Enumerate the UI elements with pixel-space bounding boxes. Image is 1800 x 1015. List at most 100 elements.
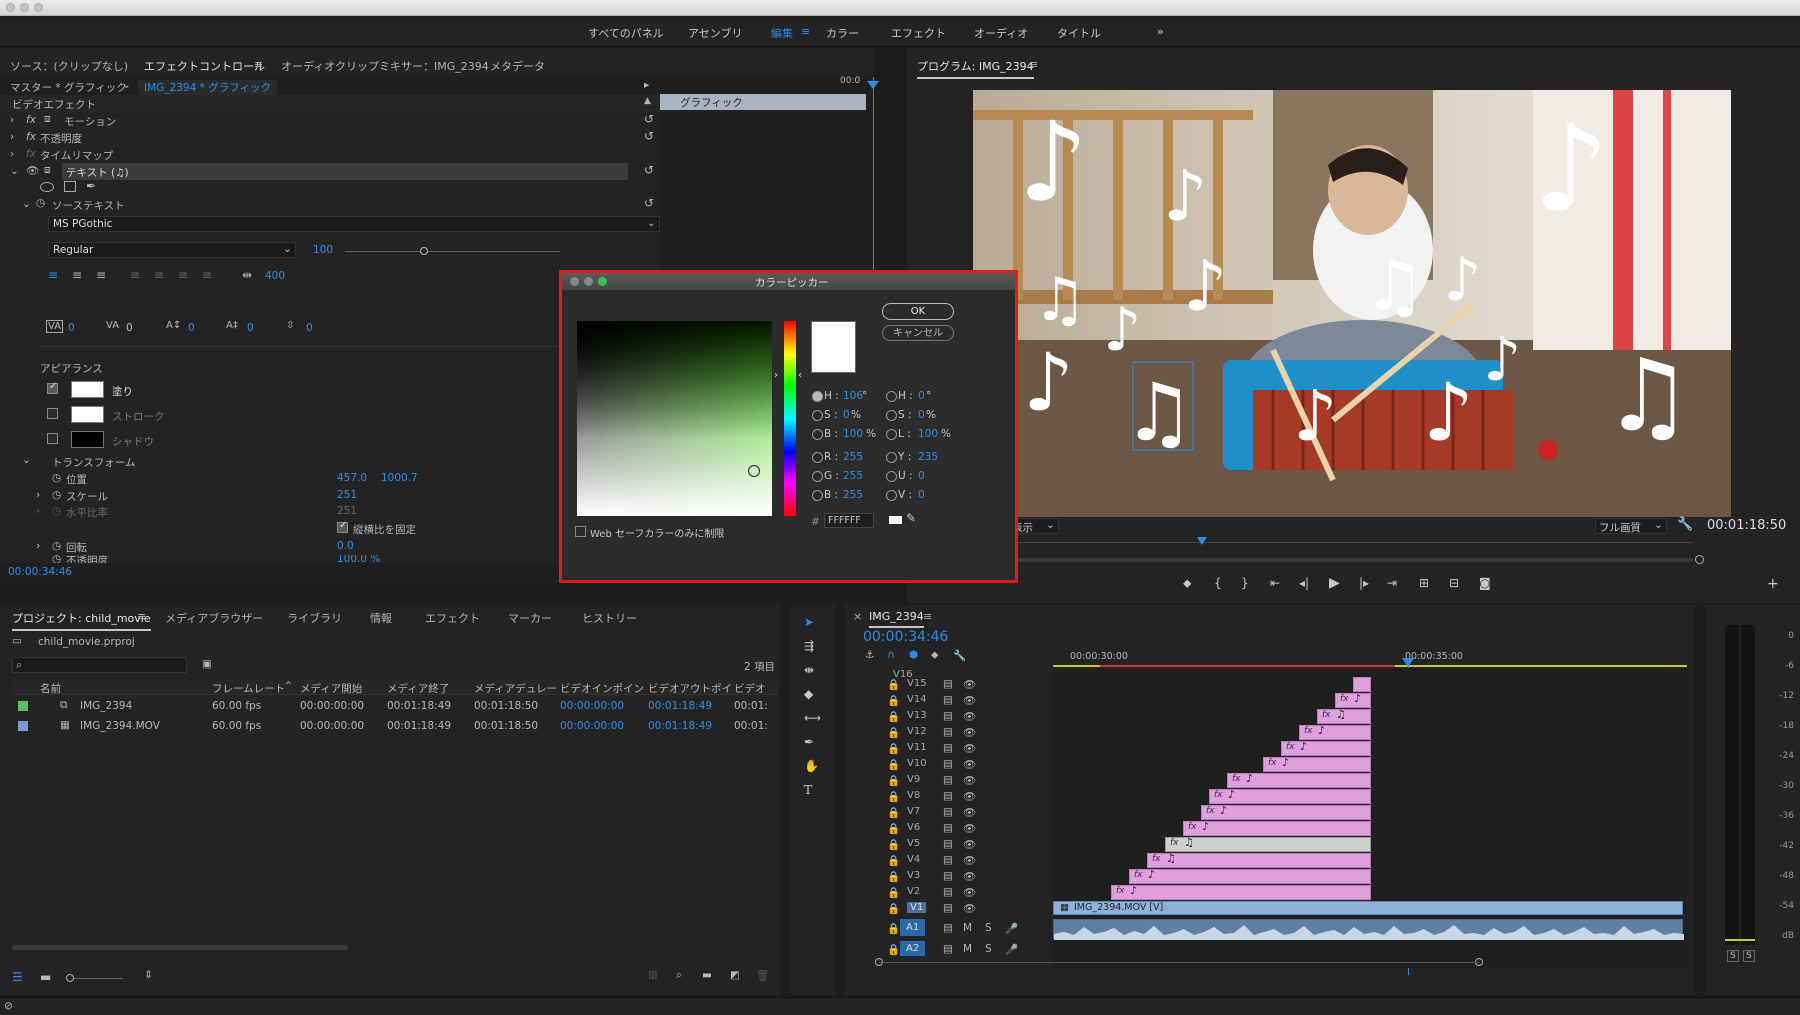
tab-effect-controls[interactable]: エフェクトコントロール (144, 58, 265, 79)
status-icon[interactable]: ⊘ (4, 1000, 13, 1012)
saturation-value-field[interactable] (577, 321, 772, 516)
solo-button[interactable]: S (985, 922, 992, 934)
font-size-value[interactable]: 100 (313, 244, 333, 256)
solo-left-button[interactable]: S (1727, 950, 1739, 962)
color-selector-ring[interactable] (748, 465, 760, 477)
program-playhead-icon[interactable] (1197, 537, 1207, 545)
y-value[interactable]: 235 (918, 451, 938, 463)
workspace-titles[interactable]: タイトル (1057, 25, 1101, 41)
collapse-icon[interactable]: ▲ (644, 96, 651, 106)
step-back-icon[interactable]: ◂| (1299, 576, 1309, 590)
v-radio[interactable] (886, 490, 897, 501)
workspace-all-panels[interactable]: すべてのパネル (588, 25, 664, 41)
transform-label[interactable]: トランスフォーム (52, 455, 135, 470)
tab-media-browser[interactable]: メディアブラウザー (165, 610, 263, 626)
settings-wrench-icon[interactable]: 🔧 (953, 649, 966, 662)
program-video-frame[interactable]: ♪ ♪ ♫ ♪ ♪ ♫ ♪ ♪ ♪ ♪ ♫ ♪ ♪ ♫ (973, 90, 1731, 517)
track-header-v2[interactable]: 🔒 V2 ▤ 👁 (845, 885, 1045, 901)
h2-value[interactable]: 0 (918, 390, 925, 402)
label-color-chip[interactable] (18, 701, 28, 711)
zoom-window-button[interactable] (34, 3, 43, 12)
clip-label[interactable]: IMG_2394 * グラフィック (138, 80, 277, 95)
stroke-checkbox[interactable] (47, 408, 58, 419)
green-radio[interactable] (812, 471, 823, 482)
r-value[interactable]: 255 (843, 451, 863, 463)
ok-button[interactable]: OK (882, 303, 954, 320)
align-center-icon[interactable]: ≡ (72, 268, 82, 282)
text-clip-v12[interactable]: fx ♪ (1299, 724, 1371, 740)
hsl-hue-radio[interactable] (886, 391, 897, 402)
position-x-value[interactable]: 457.0 (337, 472, 367, 484)
play-only-icon[interactable]: ▸ (644, 79, 649, 91)
project-menu-icon[interactable]: ≡ (137, 610, 146, 623)
shadow-color-swatch[interactable] (71, 431, 104, 448)
justify-all-icon[interactable]: ≡ (202, 268, 212, 282)
font-style-select[interactable]: Regular ⌄ (48, 242, 296, 258)
lift-icon[interactable]: ⊞ (1419, 576, 1429, 590)
program-menu-icon[interactable]: ≡ (1029, 58, 1038, 71)
font-family-select[interactable]: MS PGothic ⌄ (48, 216, 660, 232)
ripple-edit-tool-icon[interactable]: ⇼ (804, 663, 814, 677)
stopwatch-icon[interactable]: ◷ (52, 540, 61, 552)
workspace-audio[interactable]: オーディオ (974, 25, 1028, 41)
track-header-v10[interactable]: 🔒 V10 ▤ 👁 (845, 757, 1045, 773)
timeline-timecode[interactable]: 00:00:34:46 (863, 629, 948, 645)
list-view-icon[interactable]: ☰ (12, 970, 23, 984)
track-header-a2[interactable]: 🔒 A2 ▤ M S 🎤 (845, 941, 1045, 959)
play-icon[interactable]: ▶ (1329, 575, 1340, 591)
track-header-v6[interactable]: 🔒 V6 ▤ 👁 (845, 821, 1045, 837)
tab-effects[interactable]: エフェクト (425, 610, 480, 626)
video-clip-v1[interactable]: ▦ IMG_2394.MOV [V] (1053, 901, 1683, 915)
rotation-value[interactable]: 0.0 (337, 540, 354, 552)
source-text-row[interactable]: ⌄ ◷ ソーステキスト ↺ (0, 196, 660, 213)
timeline-playhead-icon[interactable] (1402, 658, 1414, 667)
add-button-icon[interactable]: + (1767, 576, 1779, 592)
text-clip-v11[interactable]: fx ♪ (1281, 740, 1371, 756)
blue-value[interactable]: 255 (843, 489, 863, 501)
position-y-value[interactable]: 1000.7 (381, 472, 418, 484)
selection-tool-icon[interactable]: ➤ (804, 615, 814, 629)
minimize-window-button[interactable] (20, 3, 29, 12)
column-media-duration[interactable]: メディアデュレー (474, 681, 557, 696)
column-media-start[interactable]: メディア開始 (300, 681, 362, 696)
automate-icon[interactable]: ▥ (648, 969, 658, 981)
u-value[interactable]: 0 (918, 470, 925, 482)
lightness-radio[interactable] (886, 429, 897, 440)
column-name[interactable]: 名前 (40, 681, 61, 696)
hex-input[interactable]: FFFFFF (824, 513, 874, 528)
track-header-v8[interactable]: 🔒 V8 ▤ 👁 (845, 789, 1045, 805)
track-header-v7[interactable]: 🔒 V7 ▤ 👁 (845, 805, 1045, 821)
h-value[interactable]: 106 (843, 390, 863, 402)
stopwatch-icon[interactable]: ◷ (52, 505, 61, 517)
tsume-value[interactable]: 0 (247, 322, 254, 334)
blue-radio[interactable] (812, 490, 823, 501)
l-value[interactable]: 100 (918, 428, 938, 440)
microphone-icon[interactable]: 🎤 (1005, 943, 1018, 956)
column-video-in[interactable]: ビデオインポイン (560, 681, 644, 696)
saturation-radio[interactable] (812, 410, 823, 421)
graphic-clip-bar[interactable]: グラフィック (660, 94, 866, 110)
web-safe-checkbox[interactable] (575, 526, 586, 537)
shadow-checkbox[interactable] (47, 433, 58, 444)
track-header-v12[interactable]: 🔒 V12 ▤ 👁 (845, 725, 1045, 741)
tab-markers[interactable]: マーカー (508, 610, 552, 626)
track-select-tool-icon[interactable]: ⇶ (804, 639, 814, 653)
align-right-icon[interactable]: ≡ (96, 268, 106, 282)
text-clip-v3[interactable]: fx ♪ (1129, 868, 1371, 884)
close-icon[interactable]: × (853, 610, 862, 623)
justify-left-icon[interactable]: ≡ (130, 268, 140, 282)
workspace-color[interactable]: カラー (826, 25, 859, 41)
text-clip-v6[interactable]: fx ♪ (1183, 820, 1371, 836)
slider-handle[interactable] (66, 974, 74, 982)
ellipse-mask-icon[interactable] (40, 182, 54, 192)
track-header-v14[interactable]: 🔒 V14 ▤ 👁 (845, 693, 1045, 709)
solo-right-button[interactable]: S (1743, 950, 1755, 962)
track-header-v13[interactable]: 🔒 V13 ▤ 👁 (845, 709, 1045, 725)
cancel-button[interactable]: キャンセル (882, 325, 954, 341)
g-value[interactable]: 255 (843, 470, 863, 482)
tab-libraries[interactable]: ライブラリ (287, 610, 342, 626)
track-header-v1[interactable]: 🔒 V1 ▤ 👁 (845, 901, 1045, 917)
icon-view-icon[interactable]: ▬ (40, 970, 51, 984)
zoom-bar-handle[interactable] (1695, 555, 1704, 564)
label-color-chip[interactable] (18, 721, 28, 731)
